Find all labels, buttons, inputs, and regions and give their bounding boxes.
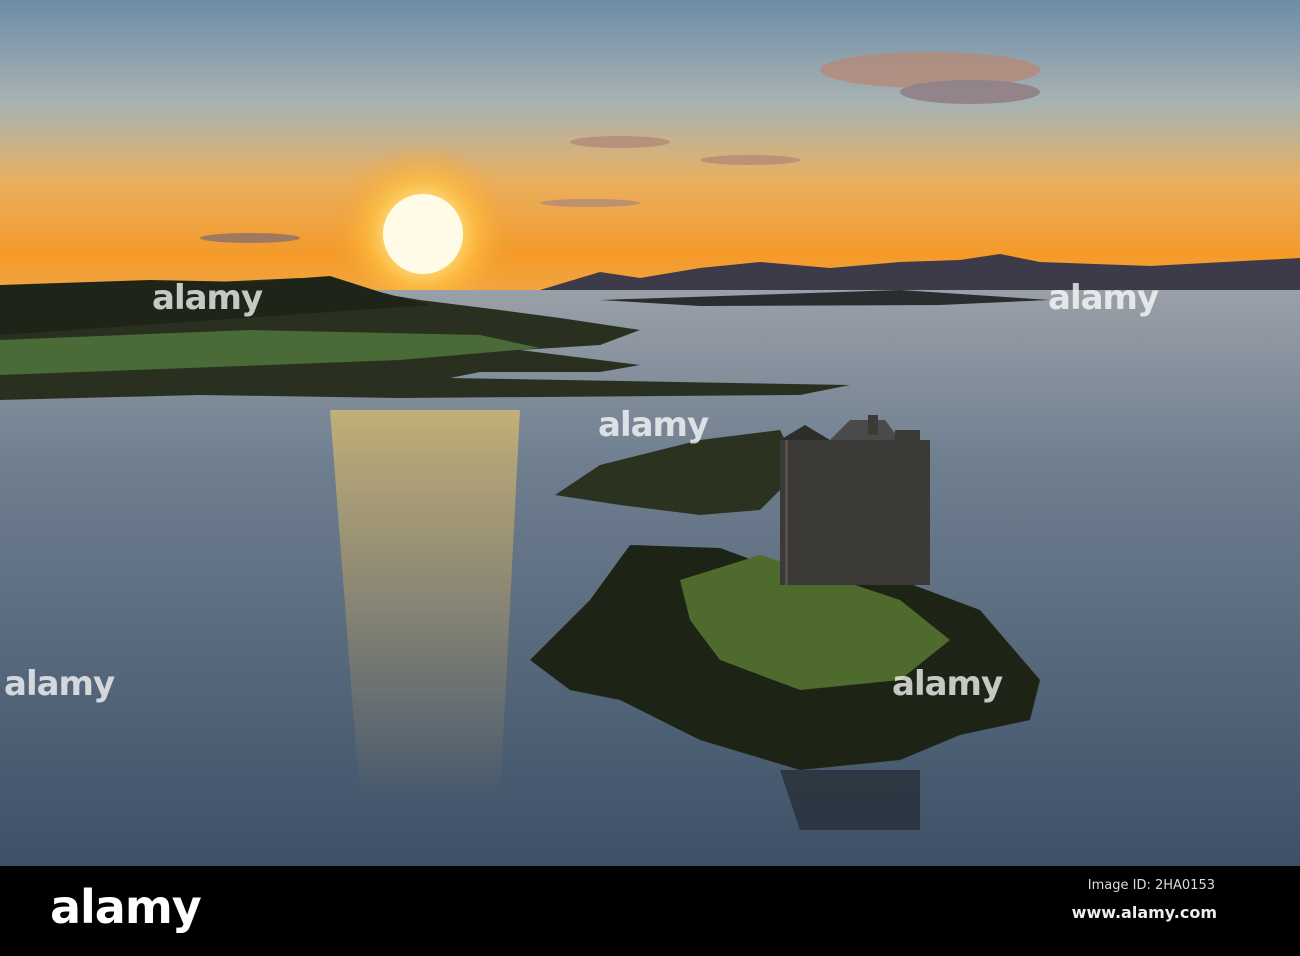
- site-url: www.alamy.com: [1071, 903, 1217, 922]
- alamy-logo: alamy: [50, 880, 202, 934]
- sky: [0, 0, 1300, 300]
- watermark: alamy: [1048, 278, 1159, 318]
- watermark: alamy: [598, 405, 709, 445]
- castle: [780, 415, 930, 585]
- watermark: alamy: [152, 278, 263, 318]
- sun-reflection: [330, 410, 520, 800]
- image-frame: alamy alamy alamy alamy alamy alamy Imag…: [0, 0, 1300, 956]
- watermark: alamy: [4, 664, 115, 704]
- watermark: alamy: [892, 664, 1003, 704]
- castle-reflection: [780, 770, 920, 830]
- footer-bar: alamy Image ID: 2HA0153 www.alamy.com: [0, 866, 1300, 956]
- image-id: Image ID: 2HA0153: [1087, 878, 1215, 893]
